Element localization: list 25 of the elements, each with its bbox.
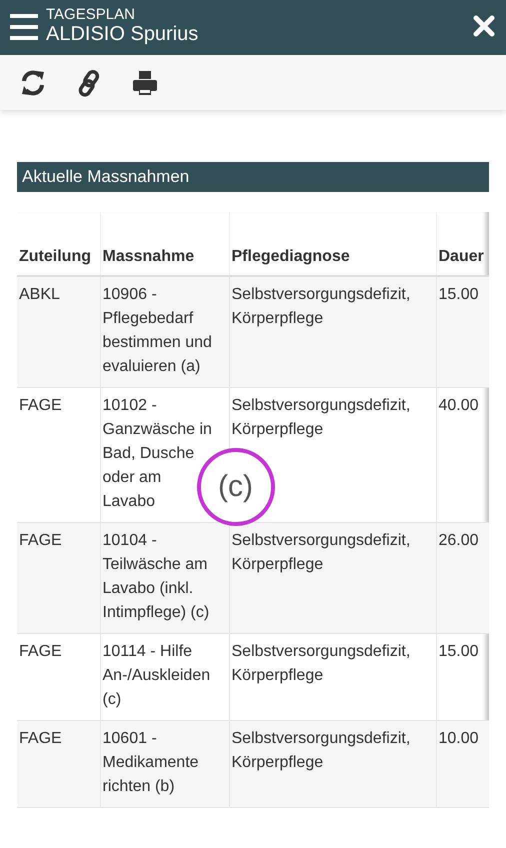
header-subtitle: TAGESPLAN — [46, 6, 136, 23]
magnifier-callout: (c) — [196, 448, 274, 526]
close-button[interactable] — [472, 14, 496, 38]
table-cell: Selbstversorgungsdefizit, Körperpflege — [232, 532, 410, 573]
table-cell: 15.00 — [438, 643, 479, 660]
table-cell: 10601 - Medikamente richten (b) — [102, 730, 199, 795]
table-cell: 10104 - Teilwäsche am Lavabo (inkl. Intimpflege) (c) — [102, 532, 210, 621]
table-cell: 26.00 — [438, 532, 479, 549]
table-cell: Selbstversorgungsdefizit, Körperpflege — [232, 286, 410, 327]
table-cell: 10114 - Hilfe An-/Auskleiden (c) — [102, 643, 210, 708]
section-title: Aktuelle Massnahmen — [17, 162, 489, 192]
table-cell: Selbstversorgungsdefizit, Körperpflege — [232, 643, 410, 684]
table-cell: 10.00 — [438, 730, 479, 747]
table-cell: Selbstversorgungsdefizit, Körperpflege — [232, 397, 410, 438]
table-cell: 40.00 — [438, 397, 479, 414]
table-cell: Selbstversorgungsdefizit, Körperpflege — [232, 730, 410, 771]
table-cell: 10906 - Pflegebedarf bestimmen und evaluieren (a) — [102, 286, 212, 375]
table-cell: FAGE — [19, 643, 62, 660]
table-cell: 15.00 — [438, 286, 479, 303]
table-cell: FAGE — [19, 730, 62, 747]
table-cell: FAGE — [19, 397, 62, 414]
patient-name: ALDISIO Spurius — [46, 23, 200, 46]
menu-button[interactable] — [10, 14, 38, 40]
table-cell: FAGE — [19, 532, 62, 549]
table-cell: ABKL — [19, 286, 60, 303]
